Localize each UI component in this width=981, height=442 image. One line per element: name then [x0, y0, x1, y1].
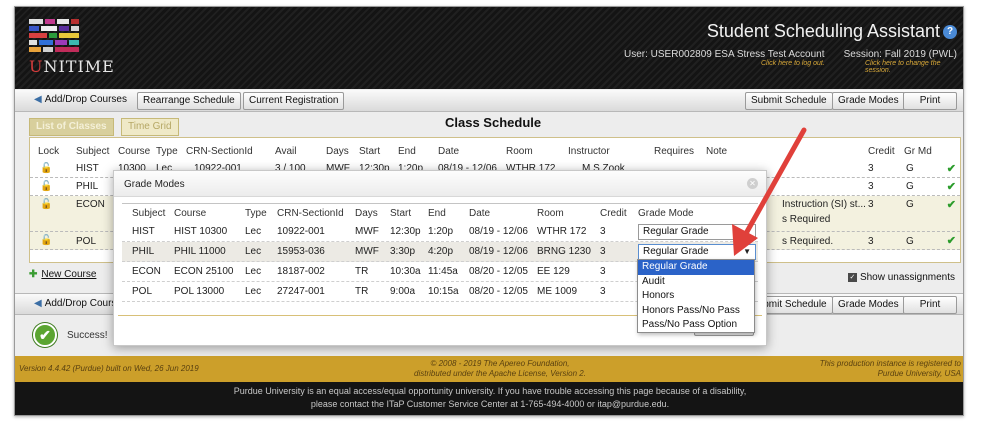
annotation-arrow-icon	[732, 127, 807, 256]
